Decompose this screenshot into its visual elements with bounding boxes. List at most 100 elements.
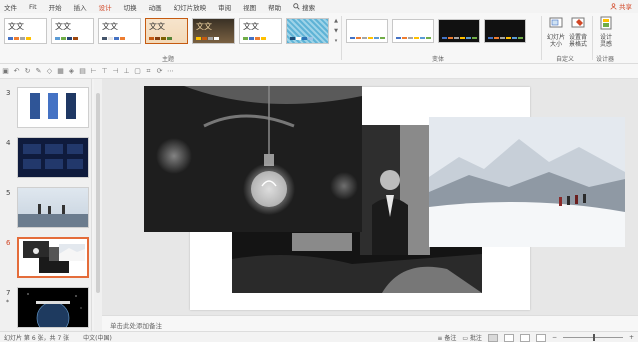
- comments-icon: ▭: [462, 335, 468, 342]
- search-box[interactable]: 搜索: [293, 2, 315, 12]
- slide-number: 7: [6, 289, 11, 297]
- theme-gallery-scroll[interactable]: ▲ ▼ ▾: [333, 18, 339, 44]
- slide-thumbnail-image-selected[interactable]: [17, 237, 89, 278]
- theme-3[interactable]: 文文: [98, 18, 141, 44]
- slide-number: 3: [6, 89, 11, 97]
- chevron-up-icon[interactable]: ▲: [334, 18, 338, 24]
- slide-sorter-button[interactable]: [503, 333, 514, 342]
- align-center-icon[interactable]: ⊤: [101, 67, 108, 75]
- photo-snow-mountains[interactable]: [429, 117, 625, 247]
- theme-6[interactable]: 文文: [239, 18, 282, 44]
- crop-icon[interactable]: ⌗: [145, 67, 152, 75]
- align-left-icon[interactable]: ⊢: [90, 67, 97, 75]
- zoom-in-icon[interactable]: +: [629, 334, 634, 341]
- menu-slideshow[interactable]: 幻灯片放映: [174, 2, 207, 12]
- format-background-label-1: 设置背: [568, 34, 587, 41]
- notes-toggle[interactable]: ≡ 备注: [437, 333, 456, 342]
- thumbnail-slide-3[interactable]: 3: [4, 87, 90, 131]
- normal-view-button[interactable]: [487, 333, 498, 342]
- variant-1[interactable]: [346, 19, 388, 43]
- photo-light-bulb[interactable]: [144, 86, 362, 232]
- current-slide[interactable]: [144, 86, 625, 310]
- menu-home[interactable]: 开始: [49, 2, 62, 12]
- thumbnail-slide-7[interactable]: 7 *: [4, 287, 90, 331]
- slide-3-preview: [30, 93, 76, 119]
- format-background-button[interactable]: 设置背 景格式: [566, 16, 590, 48]
- share-button[interactable]: 共享: [610, 1, 632, 11]
- undo-icon[interactable]: ↶: [13, 67, 20, 75]
- design-ideas-label-1: 设计: [599, 34, 612, 41]
- thumbnail-slide-5[interactable]: 5: [4, 187, 90, 231]
- theme-5[interactable]: 文文: [192, 18, 235, 44]
- theme-sample-text: 文文: [149, 22, 165, 31]
- redo-icon[interactable]: ↻: [24, 67, 31, 75]
- menu-help[interactable]: 帮助: [268, 2, 281, 12]
- menu-insert[interactable]: 插入: [74, 2, 87, 12]
- thumbnail-scrollbar[interactable]: [94, 79, 102, 331]
- menu-fit[interactable]: Fit: [29, 3, 37, 11]
- menu-review[interactable]: 审阅: [218, 2, 231, 12]
- chevron-down-icon[interactable]: ▼: [334, 28, 338, 34]
- reading-view-button[interactable]: [519, 333, 530, 342]
- design-ideas-button[interactable]: 设计 灵感: [594, 16, 618, 48]
- slide-thumbnail-image[interactable]: [17, 137, 89, 178]
- notes-icon: ≡: [437, 335, 443, 342]
- menu-animations[interactable]: 动画: [149, 2, 162, 12]
- slide-thumbnail-image[interactable]: [17, 287, 89, 328]
- scrollbar-thumb[interactable]: [96, 93, 100, 293]
- theme-color-bars: [243, 37, 266, 40]
- slide-6-preview: [23, 241, 85, 273]
- theme-color-bars: [55, 37, 78, 40]
- slide-thumbnail-image[interactable]: [17, 187, 89, 228]
- language-indicator[interactable]: 中文(中国): [83, 333, 112, 342]
- photo-light-bulb-art: [144, 86, 362, 232]
- photo-man-in-suit[interactable]: [360, 125, 430, 255]
- slide-thumbnail-image[interactable]: [17, 87, 89, 128]
- arrange-icon[interactable]: ▤: [79, 67, 86, 75]
- variants-gallery: [346, 19, 526, 43]
- theme-7[interactable]: [286, 18, 329, 44]
- variant-color-bars: [350, 37, 385, 39]
- zoom-out-icon[interactable]: −: [552, 334, 557, 341]
- notes-placeholder: 单击此处添加备注: [110, 322, 162, 330]
- menu-design[interactable]: 设计: [98, 2, 112, 15]
- thumbnail-slide-4[interactable]: 4: [4, 137, 90, 181]
- notes-pane[interactable]: 单击此处添加备注: [102, 315, 638, 331]
- animation-star-icon: *: [6, 299, 9, 306]
- comments-toggle[interactable]: ▭ 批注: [462, 333, 482, 342]
- photo-man-in-suit-art: [360, 125, 430, 255]
- slide-size-button[interactable]: 幻灯片 大小: [544, 16, 568, 48]
- save-icon[interactable]: ▣: [2, 67, 9, 75]
- powerpoint-window: 文件 Fit 开始 插入 设计 切换 动画 幻灯片放映 审阅 视图 帮助 搜索 …: [0, 0, 638, 342]
- menu-view[interactable]: 视图: [243, 2, 256, 12]
- align-right-icon[interactable]: ⊣: [112, 67, 119, 75]
- designer-group-label: 设计器: [596, 56, 615, 63]
- menu-transitions[interactable]: 切换: [124, 2, 137, 12]
- format-painter-icon[interactable]: ✎: [35, 67, 42, 75]
- slideshow-button[interactable]: [535, 333, 546, 342]
- slide-size-icon: [549, 17, 563, 28]
- picture-icon[interactable]: ▦: [57, 67, 64, 75]
- slide-editing-area: [102, 79, 638, 315]
- theme-4[interactable]: 文文: [145, 18, 188, 44]
- theme-2[interactable]: 文文: [51, 18, 94, 44]
- variant-4[interactable]: [484, 19, 526, 43]
- variant-3[interactable]: [438, 19, 480, 43]
- theme-office[interactable]: 文文: [4, 18, 47, 44]
- slide-thumbnail-pane: 3 4 5 6 7 *: [0, 79, 92, 331]
- menu-file[interactable]: 文件: [4, 2, 17, 12]
- distribute-icon[interactable]: ⊥: [123, 67, 130, 75]
- rotate-icon[interactable]: ⟳: [156, 67, 163, 75]
- thumbnail-slide-6[interactable]: 6: [4, 237, 90, 281]
- format-background-label-2: 景格式: [568, 41, 587, 48]
- theme-sample-text: 文文: [102, 22, 118, 31]
- theme-color-bars: [8, 37, 31, 40]
- group-icon[interactable]: ▢: [134, 67, 141, 75]
- variant-2[interactable]: [392, 19, 434, 43]
- zoom-slider[interactable]: [562, 334, 623, 341]
- fill-icon[interactable]: ◈: [68, 67, 75, 75]
- more-options-icon[interactable]: ⋯: [167, 67, 174, 75]
- more-icon[interactable]: ▾: [335, 38, 338, 44]
- slide-size-label-2: 大小: [549, 41, 562, 48]
- shape-icon[interactable]: ◇: [46, 67, 53, 75]
